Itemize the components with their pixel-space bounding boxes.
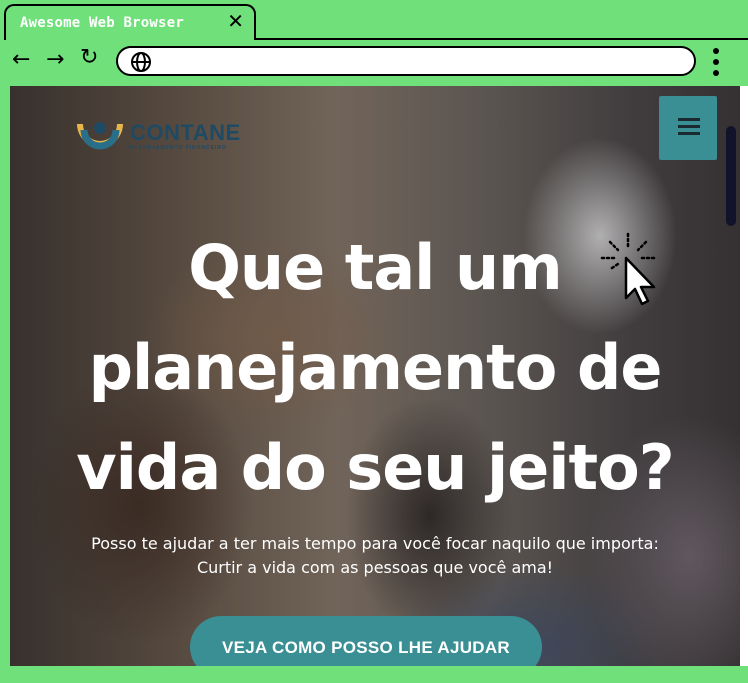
- kebab-menu-icon[interactable]: [708, 44, 724, 80]
- globe-icon: [131, 52, 151, 72]
- subtext-line-1: Posso te ajudar a ter mais tempo para vo…: [91, 534, 659, 553]
- mouse-cursor-icon: [600, 232, 656, 306]
- reload-button[interactable]: ↻: [80, 46, 98, 70]
- forward-button[interactable]: →: [46, 48, 64, 72]
- headline-line-3: vida do seu jeito?: [76, 431, 674, 504]
- close-icon[interactable]: ✕: [227, 10, 244, 32]
- headline-line-2: planejamento de: [88, 331, 663, 404]
- scrollbar-thumb[interactable]: [726, 126, 736, 226]
- tab-strip-divider: [256, 38, 748, 40]
- subtext-line-2: Curtir a vida com as pessoas que você am…: [196, 558, 554, 577]
- logo-wordmark: CONTANE: [130, 120, 241, 145]
- logo-mark-icon: [77, 122, 123, 150]
- browser-window: Awesome Web Browser ✕ ← → ↻ CONTANE PLAN…: [0, 0, 748, 683]
- browser-bottom-border: [0, 666, 748, 683]
- tab-title: Awesome Web Browser: [20, 15, 184, 31]
- hamburger-menu-button[interactable]: [659, 96, 717, 160]
- cta-button[interactable]: VEJA COMO POSSO LHE AJUDAR: [190, 616, 542, 666]
- scrollbar-track[interactable]: [740, 86, 748, 666]
- address-bar[interactable]: [116, 46, 696, 76]
- browser-tab[interactable]: Awesome Web Browser ✕: [4, 4, 256, 40]
- hero-subtext: Posso te ajudar a ter mais tempo para vo…: [10, 532, 740, 580]
- logo[interactable]: CONTANE PLANEJAMENTO FINANCEIRO: [72, 114, 252, 158]
- back-button[interactable]: ←: [12, 48, 30, 72]
- hamburger-icon: [678, 118, 700, 121]
- logo-tagline: PLANEJAMENTO FINANCEIRO: [130, 145, 227, 151]
- page-viewport: CONTANE PLANEJAMENTO FINANCEIRO Que tal …: [10, 86, 740, 666]
